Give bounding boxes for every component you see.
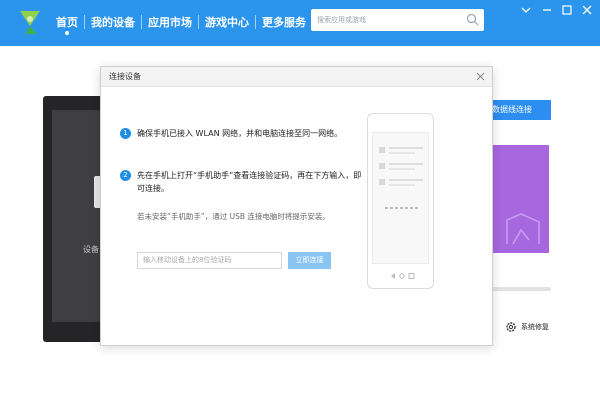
maximize-icon[interactable]: [560, 3, 574, 17]
verification-code-input[interactable]: 输入移动设备上的8位验证码: [137, 252, 282, 269]
phone-mockup: [367, 113, 434, 289]
search-icon[interactable]: [466, 13, 479, 26]
app-logo-icon[interactable]: [15, 6, 45, 36]
step-number: 1: [120, 128, 131, 139]
close-icon[interactable]: [580, 3, 594, 17]
dialog-header: 连接设备: [101, 67, 492, 87]
top-bar: 首页 我的设备 应用市场 游戏中心 更多服务 搜索应用或游戏: [0, 0, 600, 46]
progress-track: [490, 287, 551, 291]
menu-icon[interactable]: [519, 3, 533, 17]
main-nav: 首页 我的设备 应用市场 游戏中心 更多服务: [50, 14, 312, 35]
gear-icon[interactable]: [505, 321, 517, 333]
dialog-title: 连接设备: [109, 72, 141, 81]
phone-nav-keys-icon: [391, 273, 415, 279]
verification-code-placeholder: 输入移动设备上的8位验证码: [143, 256, 232, 264]
device-hint-text: 设备: [83, 245, 99, 254]
phone-mockup-screen: [372, 132, 429, 264]
nav-game-center[interactable]: 游戏中心: [199, 14, 255, 30]
step-text: 确保手机已接入 WLAN 网络，并和电脑连接至同一网络。: [137, 129, 343, 138]
close-icon[interactable]: [475, 71, 486, 82]
system-repair-label[interactable]: 系统修复: [521, 322, 549, 332]
step-text: 先在手机上打开“手机助手”查看连接验证码，再在下方输入，即可连接。: [137, 171, 362, 193]
nav-my-devices[interactable]: 我的设备: [85, 14, 141, 30]
connect-device-dialog: 连接设备 1 确保手机已接入 WLAN 网络，并和电脑连接至同一网络。 2 先在…: [100, 66, 493, 346]
phone-mockup-content-icon: [379, 147, 423, 209]
connect-now-button[interactable]: 立即连接: [288, 252, 331, 269]
step-number: 2: [120, 170, 131, 181]
promo-illustration-icon: [506, 213, 540, 245]
nav-more-services[interactable]: 更多服务: [256, 14, 312, 30]
nav-home[interactable]: 首页: [50, 14, 84, 35]
minimize-icon[interactable]: [540, 3, 554, 17]
nav-app-market[interactable]: 应用市场: [142, 14, 198, 30]
search-input[interactable]: 搜索应用或游戏: [317, 9, 366, 31]
search-box[interactable]: 搜索应用或游戏: [311, 9, 484, 31]
install-hint: 若未安装“手机助手”，通过 USB 连接电脑时将提示安装。: [137, 212, 330, 221]
